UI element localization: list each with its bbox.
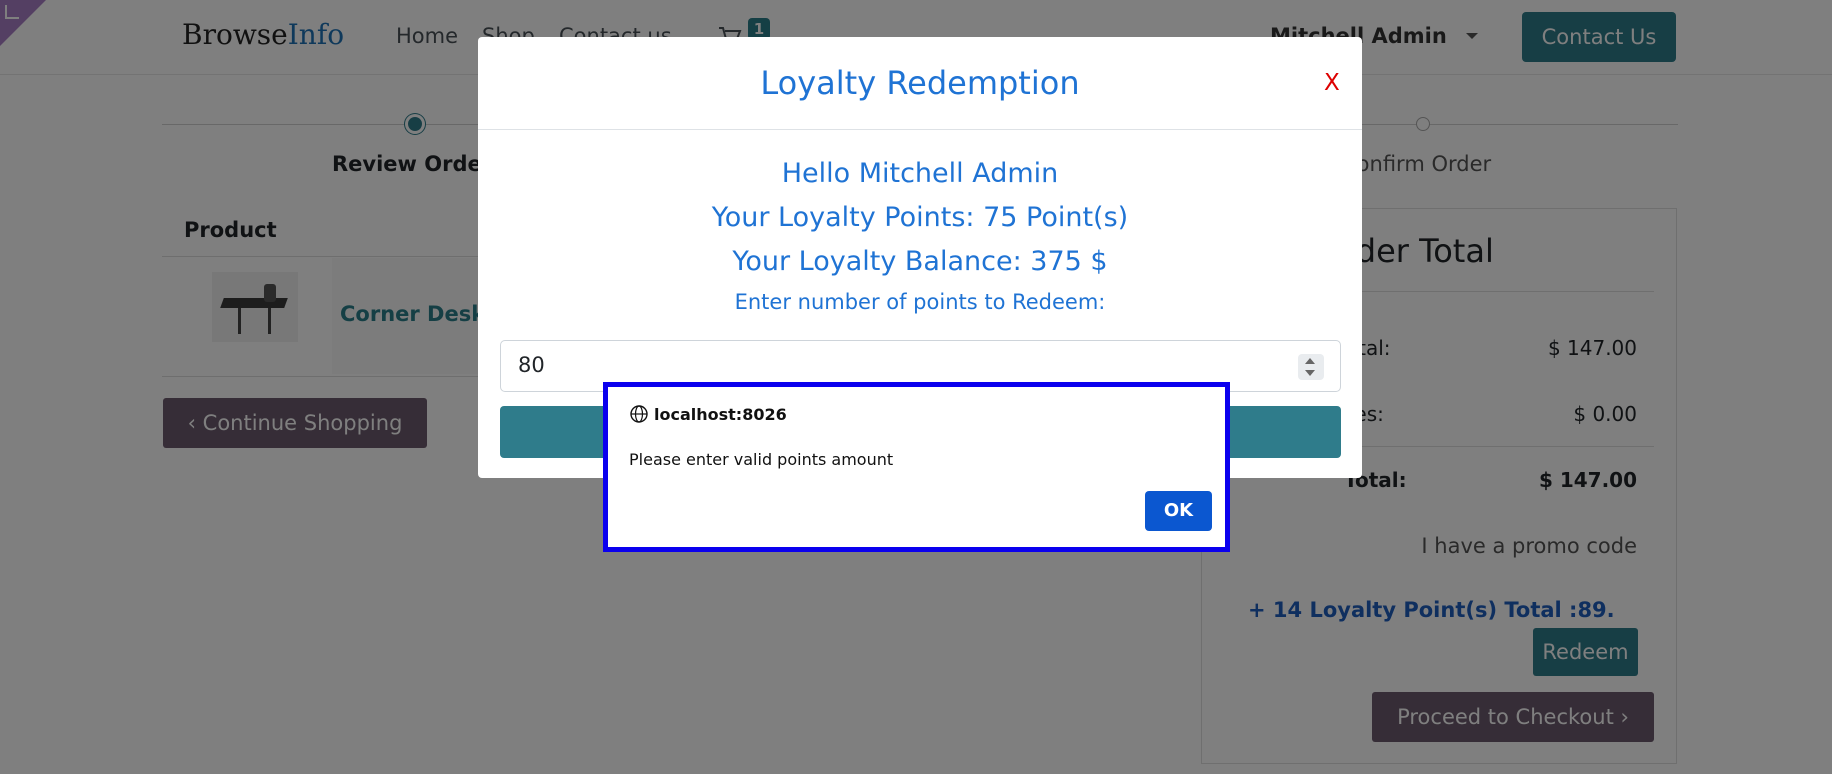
modal-title: Loyalty Redemption [760, 64, 1080, 102]
alert-origin: localhost:8026 [654, 405, 787, 424]
alert-message: Please enter valid points amount [629, 450, 894, 469]
greeting-text: Hello Mitchell Admin [781, 158, 1059, 189]
loyalty-balance-line: Your Loyalty Balance: 375 $ [732, 246, 1108, 277]
spinner-up-icon[interactable] [1305, 358, 1315, 364]
redeem-prompt: Enter number of points to Redeem: [734, 290, 1106, 314]
loyalty-points-line: Your Loyalty Points: 75 Point(s) [711, 202, 1129, 233]
globe-icon [630, 405, 648, 423]
ok-button[interactable]: OK [1145, 491, 1212, 531]
points-input-value: 80 [518, 353, 545, 377]
close-icon[interactable]: X [1324, 70, 1340, 96]
spinner-down-icon[interactable] [1305, 370, 1315, 376]
